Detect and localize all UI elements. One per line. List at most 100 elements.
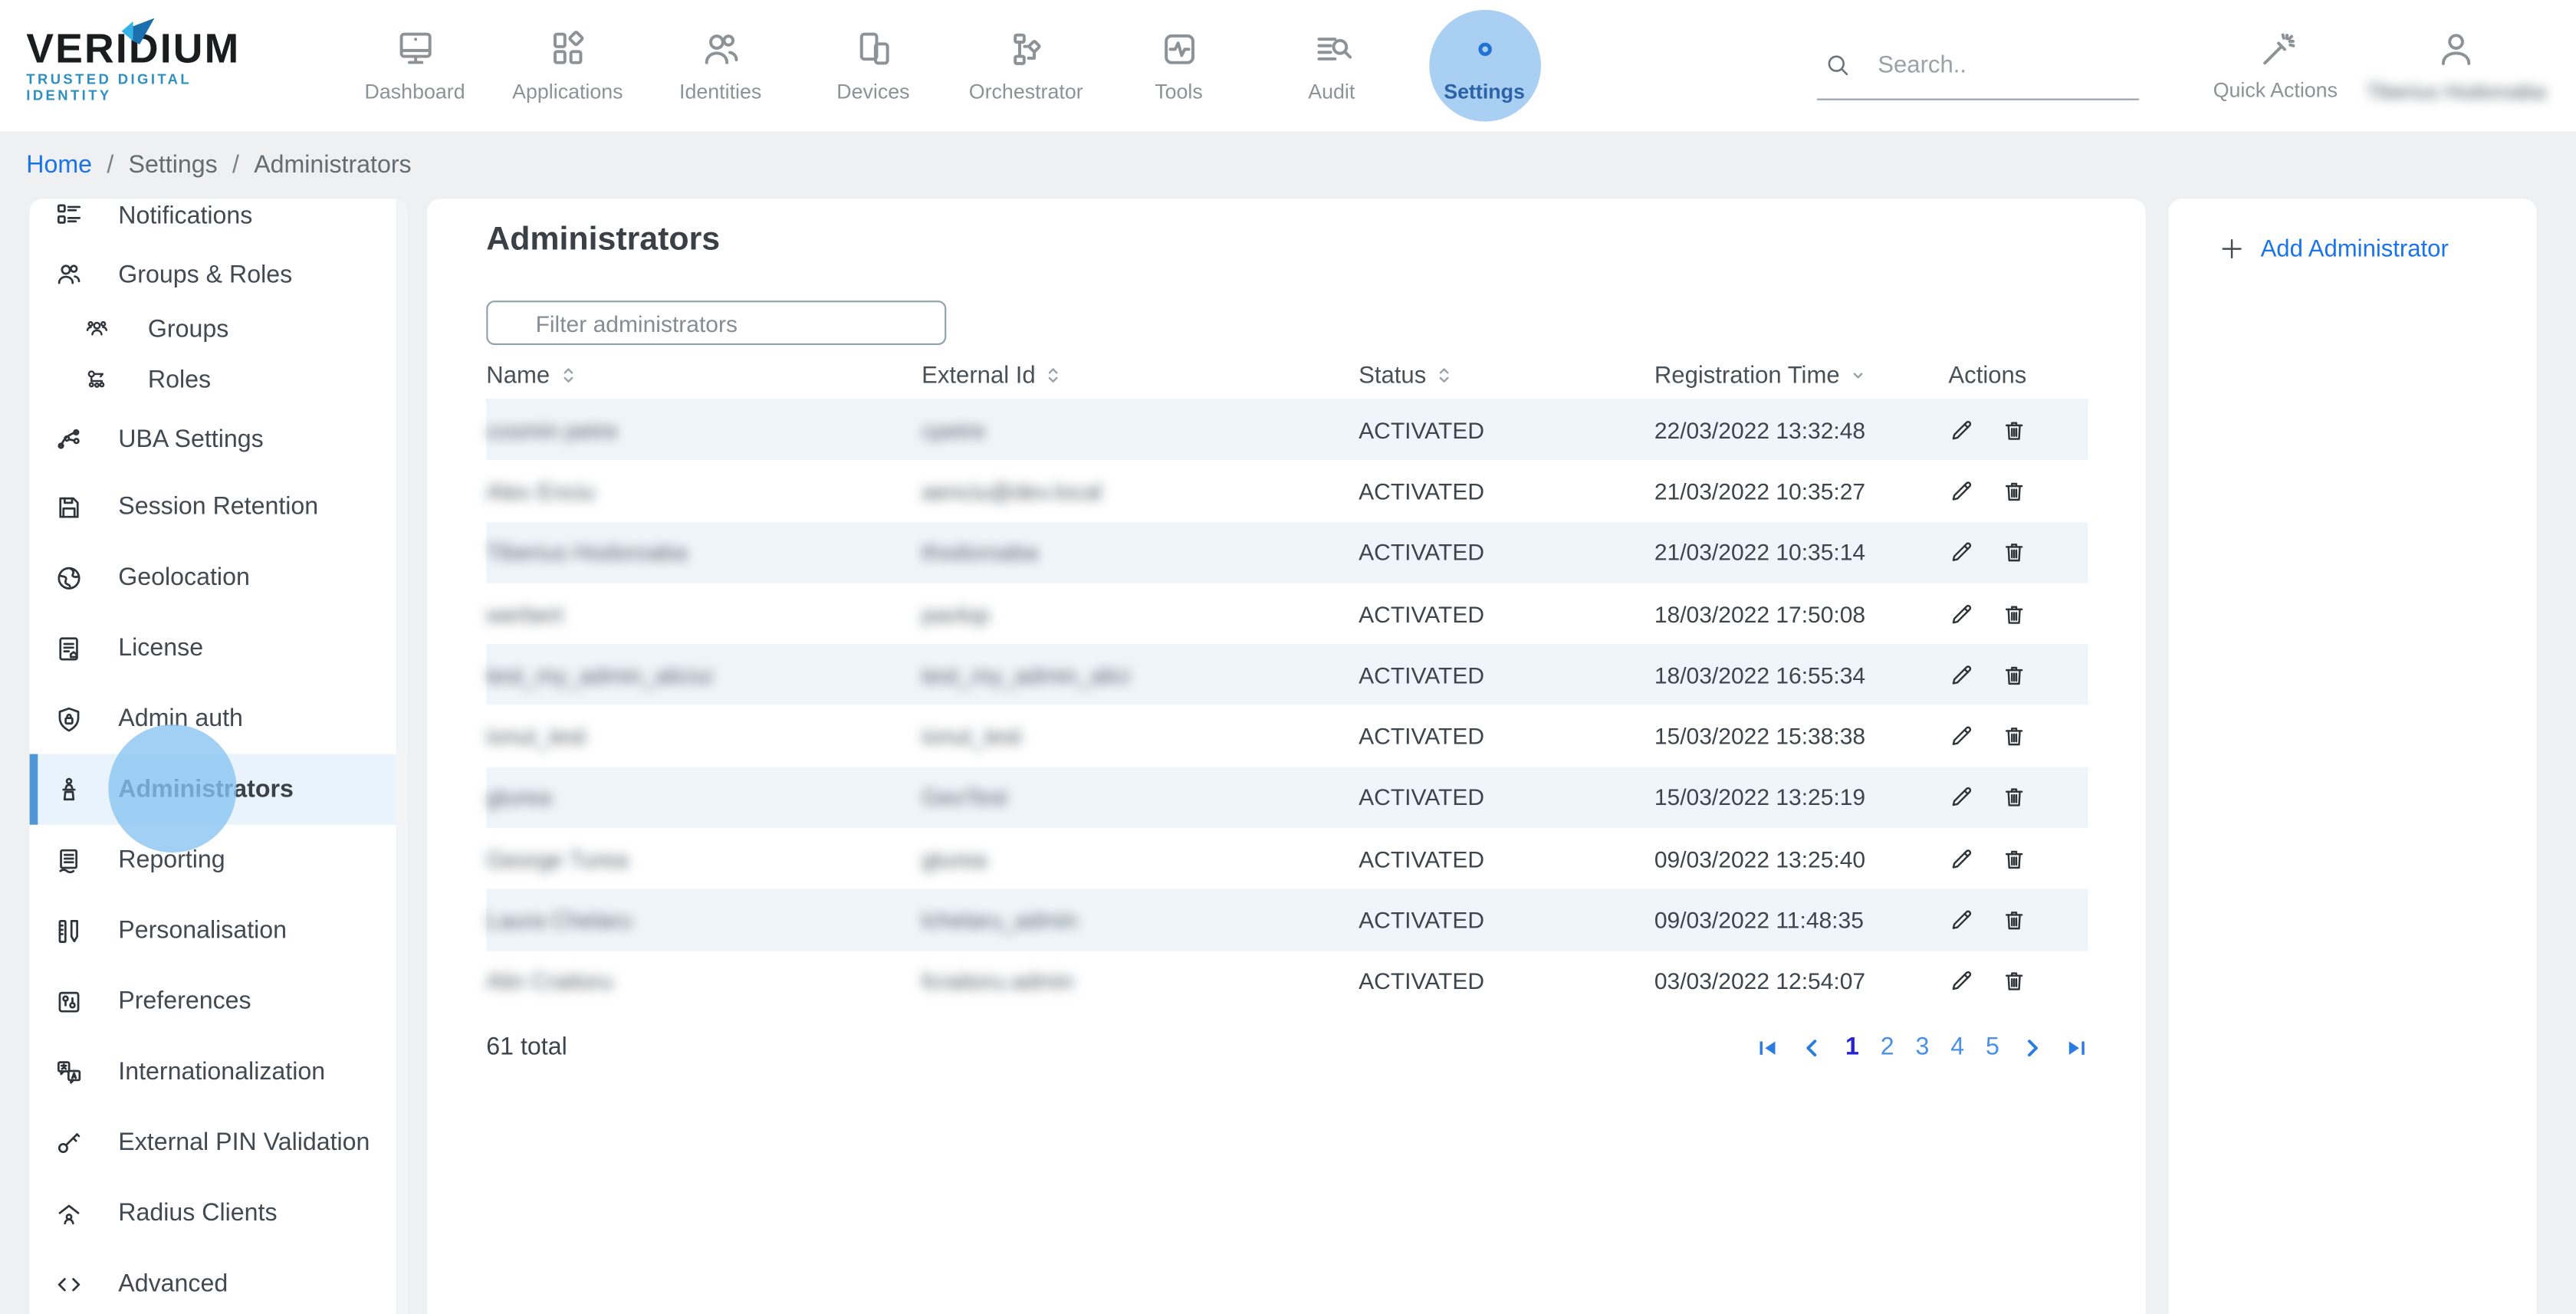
filter-administrators-input[interactable] bbox=[486, 301, 946, 345]
edit-button[interactable] bbox=[1948, 723, 1974, 749]
delete-button[interactable] bbox=[2001, 478, 2027, 504]
edit-icon bbox=[1948, 417, 1974, 443]
sidebar-item-groups[interactable]: Groups bbox=[30, 304, 408, 353]
edit-button[interactable] bbox=[1948, 478, 1974, 504]
edit-button[interactable] bbox=[1948, 784, 1974, 810]
quick-actions-button[interactable]: Quick Actions bbox=[2185, 30, 2366, 102]
sidebar-item-label: Groups bbox=[148, 314, 228, 342]
column-header-registration-time[interactable]: Registration Time bbox=[1654, 363, 1949, 389]
delete-button[interactable] bbox=[2001, 417, 2027, 443]
pagination-page-1[interactable]: 1 bbox=[1845, 1033, 1859, 1061]
sidebar-item-label: Preferences bbox=[118, 987, 251, 1015]
edit-button[interactable] bbox=[1948, 846, 1974, 872]
table-row: test_my_admin_aliciuitest_my_admin_alici… bbox=[486, 644, 2088, 705]
delete-button[interactable] bbox=[2001, 784, 2027, 810]
breadcrumb-settings[interactable]: Settings bbox=[129, 151, 218, 179]
orchestrator-icon bbox=[1004, 28, 1047, 71]
pagination-next-button[interactable] bbox=[2021, 1036, 2044, 1059]
topnav-right: Quick Actions Tiberius Hodoroaba bbox=[1817, 28, 2546, 103]
sidebar-item-label: Groups & Roles bbox=[118, 261, 292, 288]
plus-icon bbox=[2218, 235, 2246, 262]
groups-icon bbox=[84, 315, 110, 341]
wand-icon bbox=[2256, 30, 2295, 69]
sidebar-item-groups-roles[interactable]: Groups & Roles bbox=[30, 245, 408, 304]
sidebar-item-license[interactable]: License bbox=[30, 613, 408, 683]
sidebar-item-radius-clients[interactable]: Radius Clients bbox=[30, 1178, 408, 1248]
add-administrator-label: Add Administrator bbox=[2261, 236, 2449, 262]
sidebar-item-personalisation[interactable]: Personalisation bbox=[30, 895, 408, 966]
sidebar-item-geolocation[interactable]: Geolocation bbox=[30, 542, 408, 613]
pagination-prev-button[interactable] bbox=[1801, 1036, 1824, 1059]
delete-button[interactable] bbox=[2001, 600, 2027, 626]
search-input[interactable] bbox=[1875, 50, 2111, 80]
pagination-page-5[interactable]: 5 bbox=[1986, 1033, 1999, 1061]
pagination-page-3[interactable]: 3 bbox=[1916, 1033, 1930, 1061]
sort-both-icon bbox=[560, 365, 576, 386]
nav-item-orchestrator[interactable]: Orchestrator bbox=[950, 7, 1102, 125]
edit-button[interactable] bbox=[1948, 539, 1974, 565]
sidebar-item-label: Administrators bbox=[118, 775, 294, 803]
sidebar-item-internationalization[interactable]: Internationalization bbox=[30, 1036, 408, 1107]
edit-icon bbox=[1948, 784, 1974, 810]
nav-item-tools[interactable]: Tools bbox=[1102, 7, 1255, 125]
column-header-name[interactable]: Name bbox=[486, 363, 922, 389]
cell-name: Tiberius Hodoroaba bbox=[486, 539, 922, 565]
cell-actions bbox=[1948, 600, 2088, 626]
sidebar-item-preferences[interactable]: Preferences bbox=[30, 966, 408, 1036]
edit-button[interactable] bbox=[1948, 662, 1974, 688]
external-pin-icon bbox=[54, 1128, 84, 1158]
sidebar-item-uba-settings[interactable]: UBA Settings bbox=[30, 406, 408, 471]
breadcrumb: Home / Settings / Administrators bbox=[26, 131, 411, 199]
nav-item-devices[interactable]: Devices bbox=[797, 7, 949, 125]
delete-button[interactable] bbox=[2001, 846, 2027, 872]
user-name: Tiberius Hodoroaba bbox=[2366, 80, 2545, 103]
nav-item-identities[interactable]: Identities bbox=[644, 7, 797, 125]
sidebar-item-external-pin-validation[interactable]: External PIN Validation bbox=[30, 1107, 408, 1178]
nav-item-applications[interactable]: Applications bbox=[491, 7, 644, 125]
column-header-external-id[interactable]: External Id bbox=[922, 363, 1359, 389]
veridium-logo[interactable]: VERIDIUM TRUSTED DIGITAL IDENTITY bbox=[26, 29, 272, 103]
nav-label: Audit bbox=[1308, 80, 1355, 103]
sidebar-item-admin-auth[interactable]: Admin auth bbox=[30, 683, 408, 754]
breadcrumb-separator: / bbox=[107, 151, 113, 179]
administrators-panel: Administrators Name External Id Status R… bbox=[427, 199, 2145, 1314]
delete-button[interactable] bbox=[2001, 539, 2027, 565]
search-box[interactable] bbox=[1817, 32, 2139, 100]
edit-button[interactable] bbox=[1948, 600, 1974, 626]
column-header-status[interactable]: Status bbox=[1359, 363, 1654, 389]
breadcrumb-separator: / bbox=[232, 151, 239, 179]
quick-actions-label: Quick Actions bbox=[2213, 79, 2338, 102]
edit-button[interactable] bbox=[1948, 417, 1974, 443]
edit-button[interactable] bbox=[1948, 968, 1974, 994]
cell-external-id: GeoTest bbox=[922, 784, 1359, 810]
pagination-page-2[interactable]: 2 bbox=[1881, 1033, 1894, 1061]
user-menu[interactable]: Tiberius Hodoroaba bbox=[2366, 28, 2547, 103]
delete-button[interactable] bbox=[2001, 907, 2027, 933]
delete-button[interactable] bbox=[2001, 723, 2027, 749]
delete-button[interactable] bbox=[2001, 968, 2027, 994]
table-row: Tiberius HodoroabathodoroabaACTIVATED21/… bbox=[486, 522, 2088, 583]
nav-item-settings[interactable]: Settings bbox=[1408, 7, 1560, 125]
edit-button[interactable] bbox=[1948, 907, 1974, 933]
cell-actions bbox=[1948, 539, 2088, 565]
sidebar-item-session-retention[interactable]: Session Retention bbox=[30, 471, 408, 542]
delete-icon bbox=[2001, 539, 2027, 565]
add-administrator-button[interactable]: Add Administrator bbox=[2218, 235, 2537, 262]
pagination-last-button[interactable] bbox=[2065, 1036, 2088, 1059]
pagination: 12345 bbox=[1756, 1033, 2088, 1061]
sidebar-item-reporting[interactable]: Reporting bbox=[30, 825, 408, 895]
sidebar-item-advanced[interactable]: Advanced bbox=[30, 1249, 408, 1314]
delete-icon bbox=[2001, 417, 2027, 443]
pagination-first-button[interactable] bbox=[1756, 1036, 1779, 1059]
sidebar-item-notifications[interactable]: Notifications bbox=[30, 199, 408, 245]
pagination-page-4[interactable]: 4 bbox=[1950, 1033, 1964, 1061]
sidebar-item-roles[interactable]: Roles bbox=[30, 353, 408, 406]
delete-button[interactable] bbox=[2001, 662, 2027, 688]
nav-item-dashboard[interactable]: Dashboard bbox=[338, 7, 491, 125]
sidebar-scrollbar[interactable] bbox=[396, 199, 407, 1314]
sort-desc-icon bbox=[1849, 365, 1865, 386]
nav-item-audit[interactable]: Audit bbox=[1255, 7, 1408, 125]
sidebar-item-administrators[interactable]: Administrators bbox=[30, 754, 408, 825]
breadcrumb-home[interactable]: Home bbox=[26, 151, 92, 179]
table-header: Name External Id Status Registration Tim… bbox=[427, 352, 2145, 399]
